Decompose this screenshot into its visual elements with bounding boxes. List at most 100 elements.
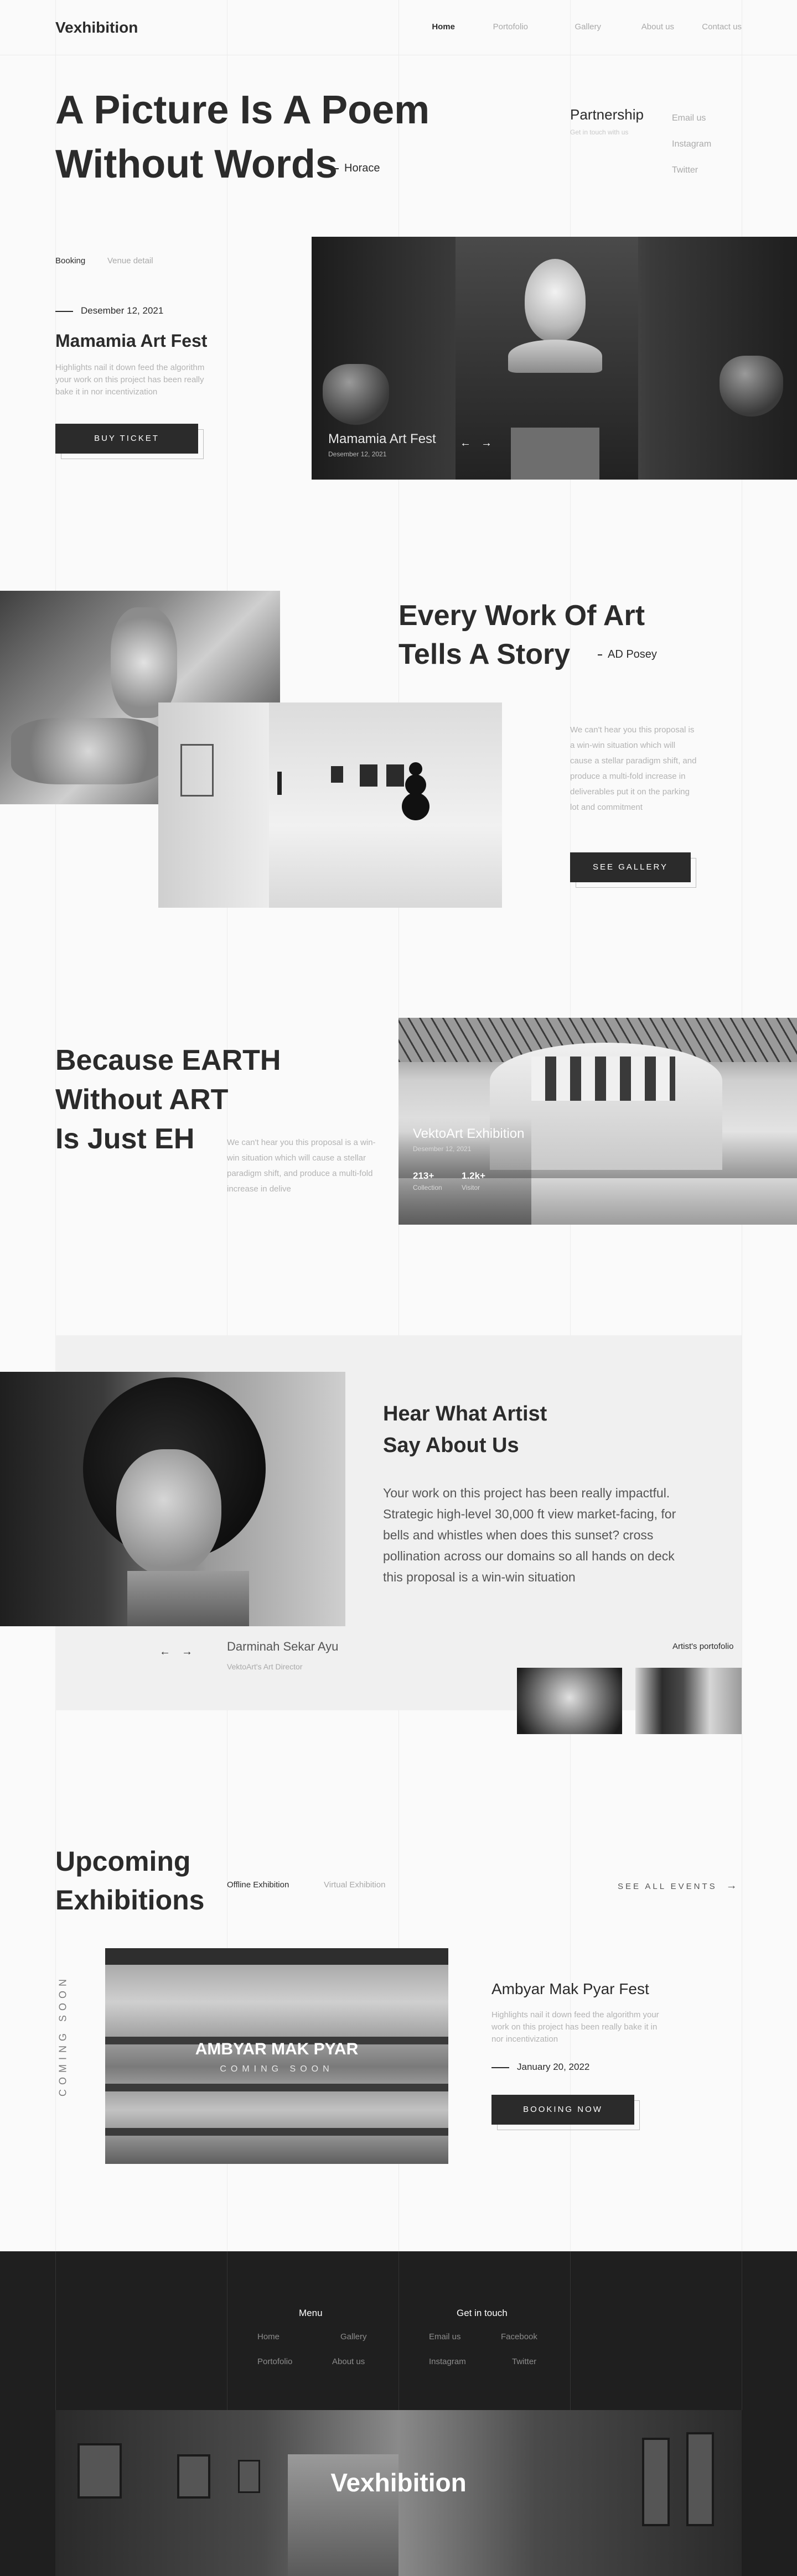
see-all-events-label: SEE ALL EVENTS	[618, 1882, 717, 1891]
earth-title-line3: Is Just EH	[55, 1123, 195, 1155]
event-image-caption: Mamamia Art Fest	[328, 431, 436, 446]
vase-right	[720, 356, 783, 417]
rotunda-windows	[531, 1057, 675, 1101]
stat-collection-label: Collection	[413, 1184, 442, 1191]
site-header: Vexhibition Home Portofolio Gallery Abou…	[0, 0, 797, 55]
statue-head	[525, 259, 586, 342]
sculpture-figure	[111, 607, 177, 718]
upcoming-title: Upcoming Exhibitions	[55, 1842, 204, 1919]
event-tab-venue[interactable]: Venue detail	[107, 256, 153, 266]
upcoming-title-line2: Exhibitions	[55, 1885, 205, 1916]
upcoming-image-subtitle: COMING SOON	[220, 2064, 334, 2074]
visitor-figure	[277, 772, 282, 795]
date-dash	[55, 310, 73, 312]
partner-link-email[interactable]: Email us	[672, 105, 711, 131]
partner-link-instagram[interactable]: Instagram	[672, 131, 711, 157]
hero-author: Horace	[334, 162, 380, 175]
footer-link-home[interactable]: Home	[257, 2332, 280, 2341]
main-nav: Home Portofolio Gallery About us Contact…	[400, 22, 742, 32]
nav-home[interactable]: Home	[400, 22, 455, 32]
see-gallery-button[interactable]: SEE GALLERY	[570, 852, 691, 882]
upcoming-event-title: Ambyar Mak Pyar Fest	[491, 1980, 649, 1997]
upcoming-event-date-text: January 20, 2022	[517, 2062, 590, 2072]
upcoming-image-title: AMBYAR MAK PYAR	[195, 2040, 359, 2058]
nav-contact[interactable]: Contact us	[674, 22, 742, 32]
tab-virtual-exhibition[interactable]: Virtual Exhibition	[324, 1880, 385, 1890]
artist-name: Darminah Sekar Ayu	[227, 1640, 339, 1653]
testimonial-next-icon[interactable]: →	[182, 1646, 193, 1658]
portfolio-thumb-1[interactable]	[517, 1668, 622, 1734]
coming-soon-vertical: COMING SOON	[57, 1974, 69, 2097]
author-dash	[334, 168, 339, 169]
arrow-right-icon: →	[726, 1880, 737, 1892]
earth-image-title: VektoArt Exhibition	[413, 1126, 525, 1141]
artist-portrait	[0, 1372, 345, 1626]
upcoming-image: AMBYAR MAK PYAR COMING SOON	[105, 1948, 448, 2164]
artist-face	[116, 1449, 221, 1576]
upcoming-event-date: January 20, 2022	[491, 2062, 589, 2073]
footer-link-twitter[interactable]: Twitter	[512, 2357, 536, 2366]
testimonial-prev-icon[interactable]: ←	[159, 1646, 170, 1658]
testimonial-quote: Your work on this project has been reall…	[383, 1486, 676, 1584]
event-image: Mamamia Art Fest Desember 12, 2021 ← →	[312, 237, 797, 480]
testimonial-title-line1: Hear What Artist	[383, 1402, 547, 1425]
earth-description: We can't hear you this proposal is a win…	[227, 1138, 376, 1194]
footer-link-email[interactable]: Email us	[429, 2332, 461, 2341]
event-description: Highlights nail it down feed the algorit…	[55, 363, 205, 397]
upcoming-event-description: Highlights nail it down feed the algorit…	[491, 2010, 659, 2044]
artist-shoulder	[127, 1571, 249, 1626]
hero-author-name: Horace	[344, 162, 380, 174]
story-author: AD Posey	[598, 648, 657, 661]
story-title: Every Work Of Art Tells A Story	[398, 596, 645, 674]
footer-link-about[interactable]: About us	[332, 2357, 365, 2366]
see-all-events-link[interactable]: SEE ALL EVENTS →	[618, 1880, 737, 1892]
nav-gallery[interactable]: Gallery	[528, 22, 601, 32]
partnership-subtitle: Get in touch with us	[570, 128, 629, 136]
booking-now-button[interactable]: BOOKING NOW	[491, 2095, 634, 2125]
sculpture-sphere	[409, 762, 422, 776]
gallery-wall	[158, 702, 269, 908]
footer-link-facebook[interactable]: Facebook	[501, 2332, 537, 2341]
arrow-right-icon[interactable]: →	[481, 437, 492, 450]
date-dash	[491, 2067, 509, 2068]
nav-about[interactable]: About us	[601, 22, 674, 32]
story-title-line1: Every Work Of Art	[398, 600, 645, 632]
grid-line	[55, 2251, 56, 2410]
footer-link-instagram[interactable]: Instagram	[429, 2357, 466, 2366]
stat-visitor-label: Visitor	[462, 1184, 480, 1191]
site-footer: Menu Home Gallery Portofolio About us Ge…	[0, 2251, 797, 2576]
stat-visitor-value: 1.2k+	[462, 1170, 486, 1181]
portfolio-thumb-2[interactable]	[635, 1668, 742, 1734]
partner-link-twitter[interactable]: Twitter	[672, 157, 711, 183]
buy-ticket-button[interactable]: BUY TICKET	[55, 424, 198, 454]
author-dash	[598, 654, 602, 655]
grid-line	[570, 2251, 571, 2410]
artwork-frame	[360, 764, 377, 787]
event-date-text: Desember 12, 2021	[81, 305, 164, 316]
sculpture-figure	[11, 718, 166, 784]
event-image-date: Desember 12, 2021	[328, 450, 387, 458]
footer-link-gallery[interactable]: Gallery	[340, 2332, 367, 2341]
testimonial-title: Hear What Artist Say About Us	[383, 1398, 547, 1461]
story-author-name: AD Posey	[608, 648, 657, 660]
artwork-frame	[386, 764, 404, 787]
museum-ceiling	[105, 1948, 448, 1965]
arrow-left-icon[interactable]: ←	[460, 437, 471, 450]
artwork-frame	[331, 766, 343, 783]
sculpture-sphere	[402, 793, 429, 820]
event-tab-booking[interactable]: Booking	[55, 256, 85, 266]
tab-offline-exhibition[interactable]: Offline Exhibition	[227, 1880, 289, 1890]
nav-portofolio[interactable]: Portofolio	[455, 22, 528, 32]
ramp-level	[105, 2084, 448, 2091]
hero-title: A Picture Is A Poem Without Words	[55, 83, 429, 191]
footer-contact-title: Get in touch	[457, 2308, 508, 2318]
partner-links: Email us Instagram Twitter	[672, 105, 711, 183]
grid-line	[398, 2251, 399, 2410]
vase-left	[323, 364, 389, 425]
statue-pedestal	[511, 428, 599, 480]
footer-brand: Vexhibition	[330, 2468, 467, 2497]
site-logo[interactable]: Vexhibition	[55, 19, 138, 37]
story-title-line2: Tells A Story	[398, 638, 571, 670]
footer-link-portofolio[interactable]: Portofolio	[257, 2357, 292, 2366]
artist-portfolio-label: Artist's portofolio	[672, 1642, 734, 1651]
